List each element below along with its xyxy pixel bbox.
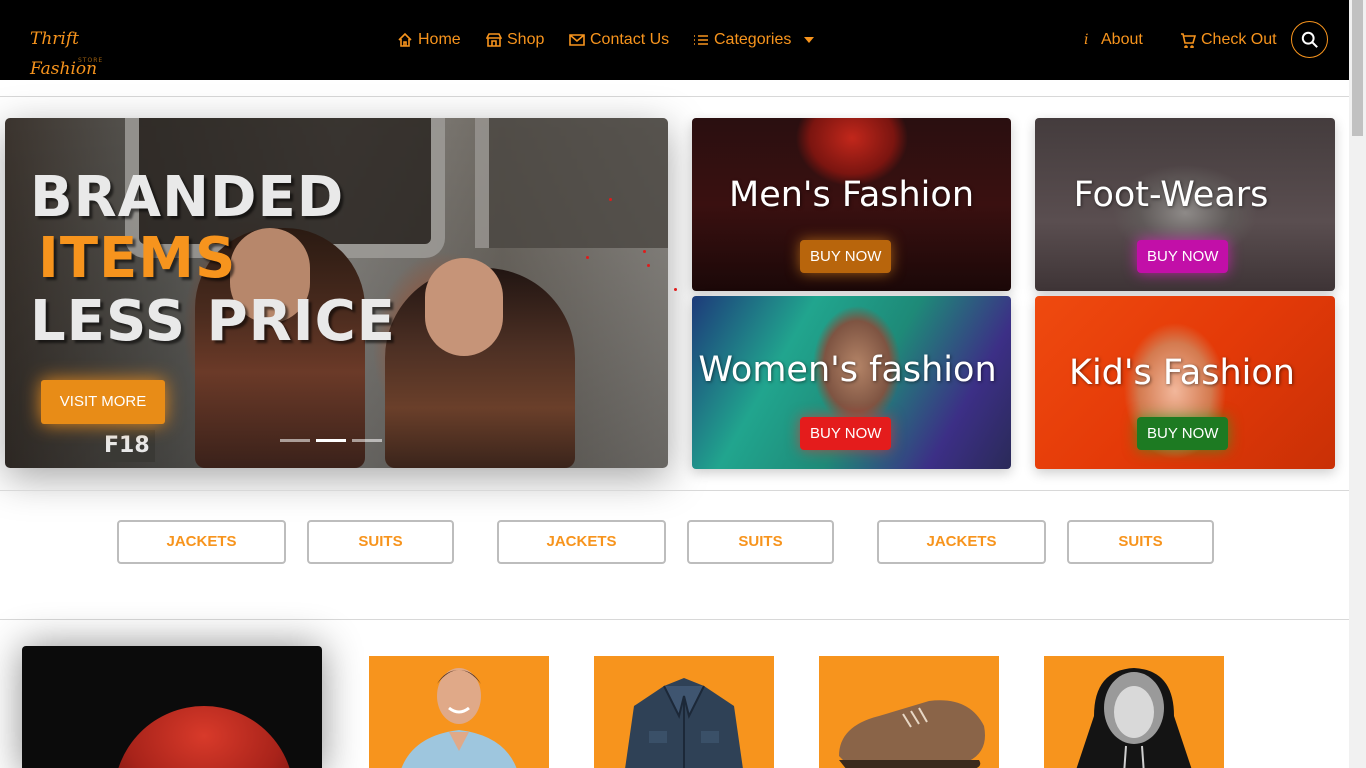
- search-button[interactable]: [1291, 21, 1328, 58]
- product-card-jacket[interactable]: [594, 656, 774, 768]
- carousel-indicator-3[interactable]: [352, 439, 382, 442]
- divider: [0, 490, 1349, 491]
- nav-categories-label: Categories: [714, 31, 792, 48]
- decorative-dot: [609, 198, 612, 201]
- category-title: Foot-Wears: [1073, 175, 1269, 215]
- category-card-footwear[interactable]: Foot-Wears BUY NOW: [1035, 118, 1335, 291]
- category-card-mens[interactable]: Men's Fashion BUY NOW: [692, 118, 1011, 291]
- tag-button-jackets[interactable]: JACKETS: [877, 520, 1046, 564]
- nav-contact[interactable]: Contact Us: [569, 29, 669, 51]
- nav-categories-dropdown[interactable]: Categories: [693, 29, 815, 51]
- hero-headline-1: BRANDED: [30, 165, 345, 230]
- chevron-down-icon: [804, 37, 815, 43]
- category-card-womens[interactable]: Women's fashion BUY NOW: [692, 296, 1011, 469]
- featured-product-card[interactable]: [22, 646, 322, 768]
- product-image-man: [401, 668, 517, 768]
- carousel-indicator-1[interactable]: [280, 439, 310, 442]
- list-icon: [694, 35, 708, 45]
- nav-checkout-label: Check Out: [1201, 31, 1277, 48]
- tag-button-suits[interactable]: SUITS: [687, 520, 834, 564]
- home-icon: [398, 32, 412, 47]
- shop-icon: [486, 33, 502, 47]
- nav-about-label: About: [1101, 31, 1143, 48]
- cart-icon: [1181, 33, 1196, 48]
- buy-now-button[interactable]: BUY NOW: [800, 240, 892, 273]
- product-image-denim-jacket: [625, 678, 743, 768]
- product-card-hoodie[interactable]: [1044, 656, 1224, 768]
- page: Thrift Fashion STORE Home Shop Contact U…: [0, 0, 1366, 768]
- hero-image-van-door: [475, 118, 668, 248]
- product-card-man[interactable]: [369, 656, 549, 768]
- navbar: Thrift Fashion STORE Home Shop Contact U…: [0, 0, 1349, 80]
- decorative-dot: [643, 250, 646, 253]
- buy-now-button[interactable]: BUY NOW: [800, 417, 892, 450]
- nav-contact-label: Contact Us: [590, 31, 670, 48]
- hero-headline-2: ITEMS: [38, 226, 237, 291]
- search-icon: [1301, 31, 1318, 48]
- divider: [0, 619, 1349, 620]
- featured-image-red-beanie: [114, 706, 294, 768]
- category-title: Men's Fashion: [729, 175, 974, 215]
- decorative-dot: [647, 264, 650, 267]
- category-card-kids[interactable]: Kid's Fashion BUY NOW: [1035, 296, 1335, 469]
- info-icon: i: [1084, 32, 1089, 48]
- tag-button-suits[interactable]: SUITS: [307, 520, 454, 564]
- product-image-brown-shoe: [839, 700, 985, 768]
- decorative-dot: [674, 288, 677, 291]
- hero-image-woman-face: [425, 258, 503, 356]
- carousel-indicator-2[interactable]: [316, 439, 346, 442]
- divider: [0, 96, 1349, 97]
- envelope-icon: [569, 34, 585, 46]
- hero-plate: F18: [100, 430, 155, 462]
- visit-more-button[interactable]: VISIT MORE: [41, 380, 165, 424]
- logo-subtext: STORE: [78, 57, 104, 64]
- product-image-black-hoodie: [1076, 668, 1192, 768]
- tag-button-suits[interactable]: SUITS: [1067, 520, 1214, 564]
- category-title: Women's fashion: [698, 350, 997, 390]
- product-card-shoe[interactable]: [819, 656, 999, 768]
- nav-checkout[interactable]: Check Out: [1180, 29, 1277, 51]
- nav-home[interactable]: Home: [397, 29, 461, 51]
- page-scrollbar[interactable]: [1349, 0, 1366, 768]
- nav-shop[interactable]: Shop: [486, 29, 544, 51]
- decorative-dot: [586, 256, 589, 259]
- hero-headline-3: LESS PRICE: [30, 289, 396, 354]
- buy-now-button[interactable]: BUY NOW: [1137, 417, 1229, 450]
- nav-shop-label: Shop: [507, 31, 545, 48]
- tag-button-jackets[interactable]: JACKETS: [117, 520, 286, 564]
- brand-logo[interactable]: Thrift Fashion STORE: [30, 24, 120, 79]
- nav-about[interactable]: i About: [1084, 29, 1143, 51]
- buy-now-button[interactable]: BUY NOW: [1137, 240, 1229, 273]
- category-title: Kid's Fashion: [1069, 353, 1295, 393]
- nav-home-label: Home: [418, 31, 461, 48]
- scrollbar-thumb[interactable]: [1352, 0, 1363, 136]
- tag-button-jackets[interactable]: JACKETS: [497, 520, 666, 564]
